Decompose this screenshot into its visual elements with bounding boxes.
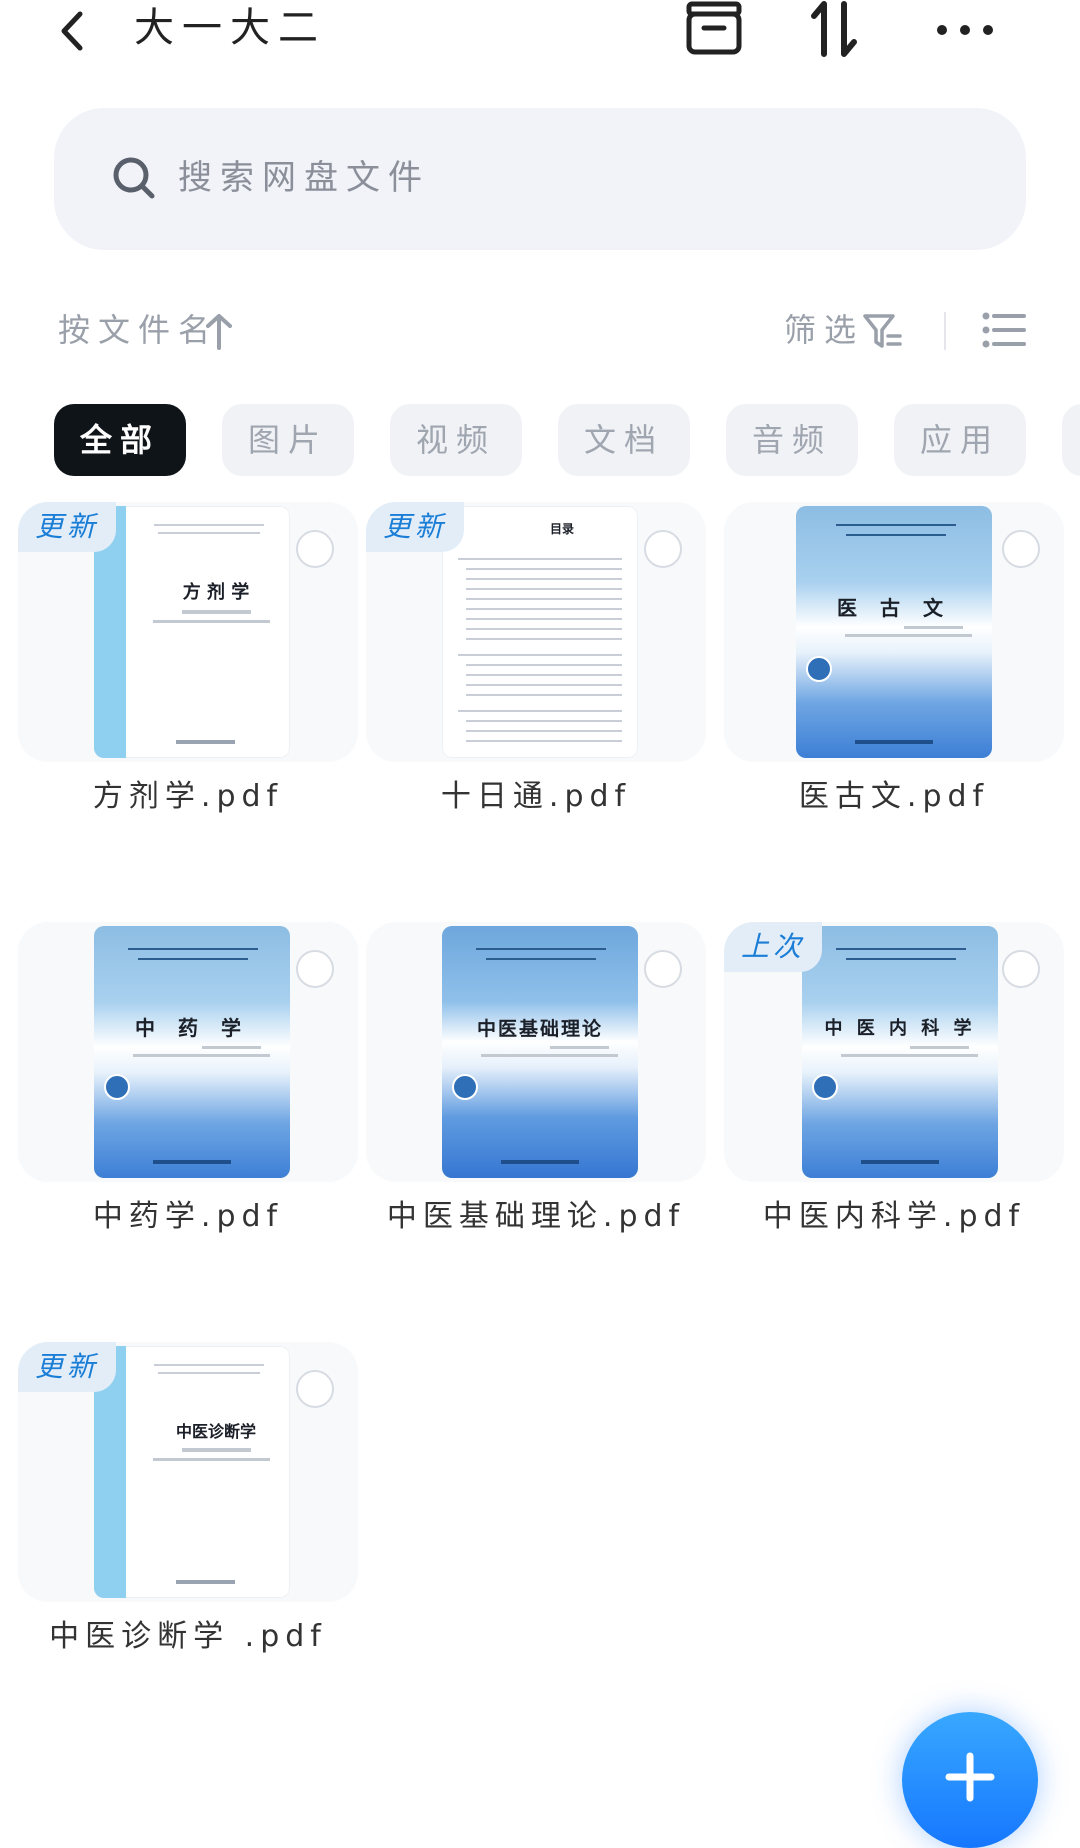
- more-icon[interactable]: [930, 0, 1000, 60]
- file-thumbnail: 医 古 文: [724, 502, 1064, 762]
- cover-title: 方 剂 学: [182, 582, 250, 603]
- plus-icon: [945, 1752, 995, 1802]
- divider: [944, 312, 946, 350]
- file-thumbnail: 中医诊断学 更新: [18, 1342, 358, 1602]
- cover-title: 医 古 文: [837, 596, 951, 620]
- file-item[interactable]: 方 剂 学 更新 方剂学.pdf: [18, 502, 358, 822]
- select-checkbox[interactable]: [1002, 530, 1040, 568]
- book-cover: 目录: [442, 506, 638, 758]
- back-arrow-icon[interactable]: [50, 6, 94, 56]
- update-badge: 更新: [18, 502, 116, 552]
- tab-all[interactable]: 全部: [54, 404, 186, 476]
- file-name: 中医诊断学 .pdf: [49, 1619, 327, 1654]
- file-name: 中医内科学.pdf: [762, 1199, 1026, 1234]
- select-checkbox[interactable]: [296, 530, 334, 568]
- file-thumbnail: 方 剂 学 更新: [18, 502, 358, 762]
- last-opened-badge: 上次: [724, 922, 822, 972]
- search-icon: [110, 154, 158, 202]
- search-placeholder: 搜索网盘文件: [178, 158, 430, 198]
- file-thumbnail: 目录 更新: [366, 502, 706, 762]
- file-thumbnail: 中医基础理论: [366, 922, 706, 1182]
- sort-icon[interactable]: [800, 0, 870, 60]
- tab-images[interactable]: 图片: [222, 404, 354, 476]
- book-cover: 中医诊断学: [94, 1346, 290, 1598]
- add-button[interactable]: [902, 1712, 1038, 1848]
- top-bar: 大一大二: [0, 0, 1080, 70]
- file-name: 中药学.pdf: [92, 1199, 284, 1234]
- tab-more[interactable]: [1062, 404, 1080, 476]
- filter-icon[interactable]: [862, 312, 904, 352]
- file-name: 十日通.pdf: [440, 779, 632, 814]
- tab-documents[interactable]: 文档: [558, 404, 690, 476]
- cover-title: 中 药 学: [135, 1016, 249, 1040]
- archive-icon[interactable]: [680, 0, 750, 60]
- select-checkbox[interactable]: [644, 530, 682, 568]
- file-item[interactable]: 中医诊断学 更新 中医诊断学 .pdf: [18, 1342, 358, 1662]
- sort-filter-bar: 按文件名 筛选: [0, 300, 1080, 360]
- cover-title: 中 医 内 科 学: [824, 1018, 976, 1039]
- select-checkbox[interactable]: [296, 1370, 334, 1408]
- arrow-up-icon[interactable]: [204, 312, 234, 350]
- update-badge: 更新: [366, 502, 464, 552]
- file-item[interactable]: 目录 更新 十日通.pdf: [366, 502, 706, 822]
- filter-button[interactable]: 筛选: [784, 308, 864, 352]
- file-thumbnail: 中 药 学: [18, 922, 358, 1182]
- cover-title: 目录: [549, 522, 574, 536]
- cover-title: 中医诊断学: [175, 1422, 256, 1441]
- book-cover: 中 药 学: [94, 926, 290, 1178]
- book-cover: 中 医 内 科 学: [802, 926, 998, 1178]
- book-cover: 医 古 文: [796, 506, 992, 758]
- file-item[interactable]: 中医基础理论 中医基础理论.pdf: [366, 922, 706, 1242]
- search-field[interactable]: 搜索网盘文件: [54, 108, 1026, 250]
- file-thumbnail: 中 医 内 科 学 上次: [724, 922, 1064, 1182]
- file-name: 医古文.pdf: [798, 779, 990, 814]
- category-tabs: 全部 图片 视频 文档 音频 应用: [0, 404, 1080, 476]
- book-cover: 中医基础理论: [442, 926, 638, 1178]
- book-cover: 方 剂 学: [94, 506, 290, 758]
- file-name: 中医基础理论.pdf: [386, 1199, 686, 1234]
- tab-apps[interactable]: 应用: [894, 404, 1026, 476]
- cover-title: 中医基础理论: [476, 1018, 603, 1040]
- file-name: 方剂学.pdf: [92, 779, 284, 814]
- file-item[interactable]: 中 医 内 科 学 上次 中医内科学.pdf: [724, 922, 1064, 1242]
- select-checkbox[interactable]: [296, 950, 334, 988]
- tab-videos[interactable]: 视频: [390, 404, 522, 476]
- tab-audio[interactable]: 音频: [726, 404, 858, 476]
- select-checkbox[interactable]: [644, 950, 682, 988]
- update-badge: 更新: [18, 1342, 116, 1392]
- page-title: 大一大二: [134, 5, 326, 51]
- file-item[interactable]: 医 古 文 医古文.pdf: [724, 502, 1064, 822]
- file-item[interactable]: 中 药 学 中药学.pdf: [18, 922, 358, 1242]
- select-checkbox[interactable]: [1002, 950, 1040, 988]
- list-view-icon[interactable]: [982, 310, 1026, 350]
- sort-by-name-button[interactable]: 按文件名: [58, 308, 218, 352]
